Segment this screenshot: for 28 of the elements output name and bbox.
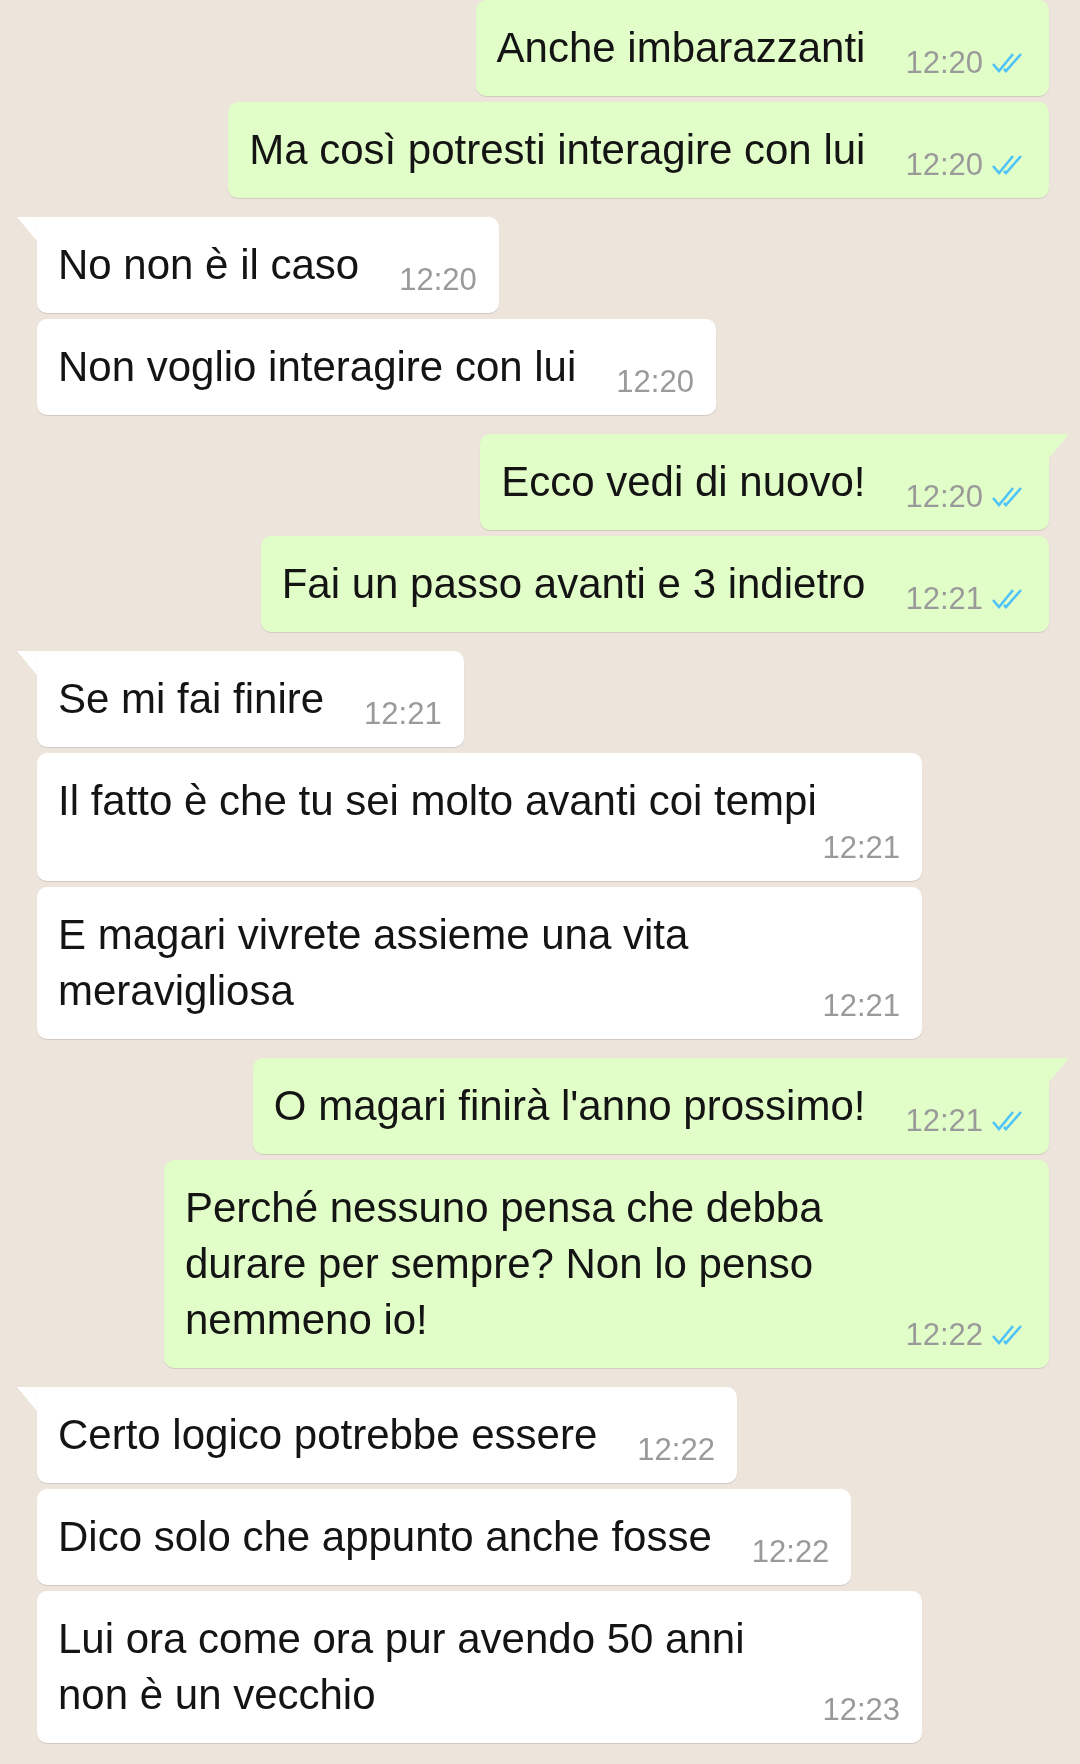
message-text: E magari vivrete assieme una vita meravigliosa [58,910,690,1016]
message-time: 12:22 [637,1431,715,1469]
message-text: Perché nessuno pensa che debba durare per sempre? Non lo penso nemmeno io! [185,1183,824,1345]
message-text: Anche imbarazzanti [496,23,866,73]
message-text: Il fatto è che tu sei molto avanti coi tempi [58,776,817,826]
message-time: 12:21 [822,987,900,1025]
message-text: O magari finirà l'anno prossimo! [273,1081,866,1131]
message-text: Dico solo che appunto anche fosse [58,1512,712,1562]
message-text: Non voglio interagire con lui [58,342,577,392]
message-time: 12:21 [905,1102,983,1140]
message-time: 12:21 [905,580,983,618]
message-time: 12:21 [364,695,442,733]
message-time: 12:22 [751,1533,830,1571]
message-text: Ma così potresti interagire con lui [249,125,866,175]
message-text: No non è il caso [58,240,360,290]
message-text: Certo logico potrebbe essere [58,1410,598,1460]
message-time: 12:20 [905,146,983,184]
message-time: 12:21 [822,829,900,867]
message-text: Se mi fai finire [58,674,325,724]
message-text: Fai un passo avanti e 3 indietro [281,559,866,609]
message-time: 12:22 [905,1316,983,1354]
message-time: 12:20 [399,261,477,299]
message-time: 12:20 [905,44,983,82]
message-time: 12:20 [616,363,694,401]
message-time: 12:20 [905,478,983,516]
message-text: Ecco vedi di nuovo! [501,457,866,507]
message-time: 12:23 [822,1691,900,1729]
message-text: Lui ora come ora pur avendo 50 anni non è un vecchio [58,1614,746,1720]
